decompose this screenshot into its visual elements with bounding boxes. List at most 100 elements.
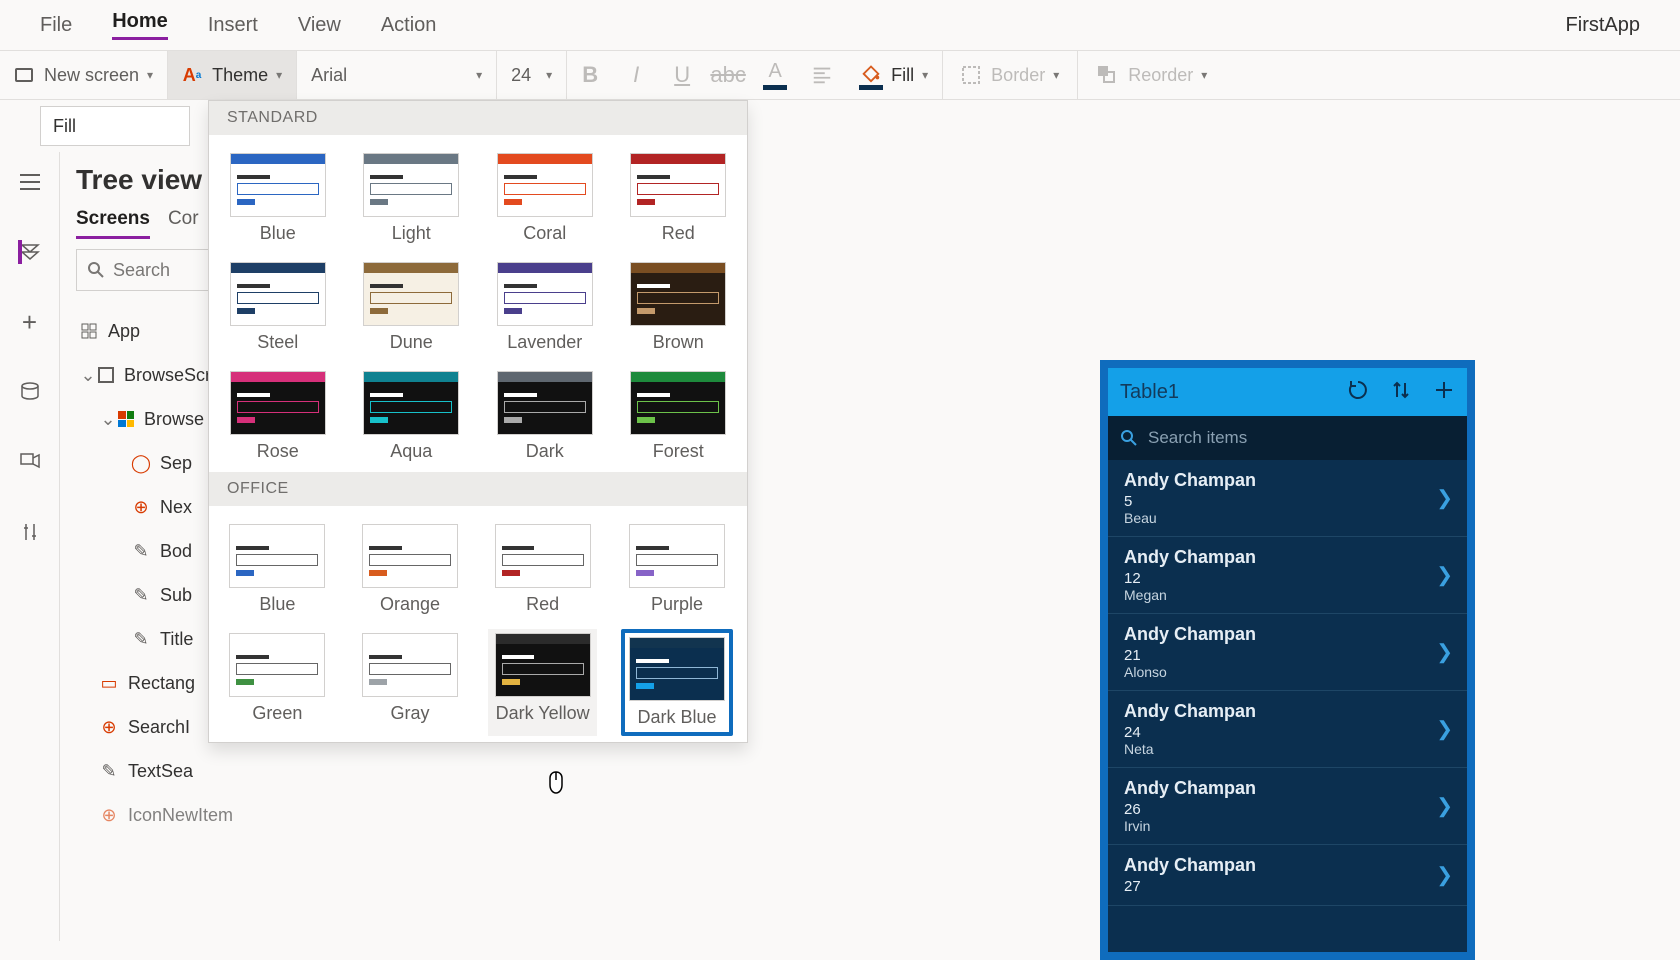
app-name: FirstApp bbox=[1566, 14, 1640, 37]
font-color-button[interactable]: A bbox=[751, 51, 799, 99]
refresh-icon[interactable] bbox=[1347, 379, 1369, 406]
underline-button[interactable]: U bbox=[659, 51, 705, 99]
theme-grid-standard: BlueLight Coral Red Steel Dune LavenderBrown R… bbox=[209, 135, 747, 472]
theme-option-rose[interactable]: Rose bbox=[223, 367, 333, 466]
bold-button[interactable]: B bbox=[567, 51, 613, 99]
theme-option-aqua[interactable]: Aqua bbox=[357, 367, 467, 466]
chevron-right-icon: ❯ bbox=[1436, 640, 1453, 665]
chevron-down-icon: ▾ bbox=[1201, 68, 1207, 82]
theme-button[interactable]: Aa Theme ▾ bbox=[168, 51, 297, 99]
theme-option-blue[interactable]: Blue bbox=[223, 149, 333, 248]
item-title: Andy Champan bbox=[1124, 778, 1451, 799]
color-bar bbox=[763, 85, 787, 90]
list-item[interactable]: Andy Champan21Alonso❯ bbox=[1108, 614, 1467, 691]
theme-option-coral[interactable]: Coral bbox=[490, 149, 600, 248]
theme-option-label: Dark Yellow bbox=[496, 703, 590, 724]
theme-grid-office: Blue Orange RedPurple GreenGray Dark Yellow D… bbox=[209, 506, 747, 742]
app-icon bbox=[80, 322, 98, 340]
reorder-label: Reorder bbox=[1128, 65, 1193, 86]
hamburger-icon[interactable] bbox=[18, 170, 42, 194]
theme-option-brown[interactable]: Brown bbox=[624, 258, 734, 357]
theme-option-dune[interactable]: Dune bbox=[357, 258, 467, 357]
item-number: 12 bbox=[1124, 570, 1451, 587]
menu-home[interactable]: Home bbox=[112, 10, 168, 40]
property-select[interactable]: Fill bbox=[40, 106, 190, 146]
list-item[interactable]: Andy Champan27❯ bbox=[1108, 845, 1467, 906]
chevron-down-icon: ▾ bbox=[922, 68, 928, 82]
list-item[interactable]: Andy Champan24Neta❯ bbox=[1108, 691, 1467, 768]
tree-view-icon[interactable] bbox=[18, 240, 42, 264]
menu-bar: File Home Insert View Action FirstApp bbox=[0, 0, 1680, 50]
insert-icon[interactable]: + bbox=[18, 310, 42, 334]
theme-option-label: Coral bbox=[523, 223, 566, 244]
tree-label: Bod bbox=[160, 541, 192, 562]
italic-button[interactable]: I bbox=[613, 51, 659, 99]
menu-insert[interactable]: Insert bbox=[208, 14, 258, 37]
theme-option-label: Dune bbox=[390, 332, 433, 353]
menu-view[interactable]: View bbox=[298, 14, 341, 37]
font-size-select[interactable]: 24 ▾ bbox=[497, 51, 567, 99]
next-icon: ⊕ bbox=[132, 498, 150, 516]
theme-option-dark-blue[interactable]: Dark Blue bbox=[621, 629, 733, 736]
theme-option-label: Orange bbox=[380, 594, 440, 615]
reorder-button[interactable]: Reorder ▾ bbox=[1077, 51, 1225, 99]
sort-icon[interactable] bbox=[1391, 379, 1411, 406]
tools-icon[interactable] bbox=[18, 520, 42, 544]
new-screen-button[interactable]: New screen ▾ bbox=[0, 51, 168, 99]
menu-action[interactable]: Action bbox=[381, 14, 437, 37]
strikethrough-button[interactable]: abc bbox=[705, 51, 751, 99]
border-button[interactable]: Border ▾ bbox=[942, 51, 1077, 99]
theme-option-lavender[interactable]: Lavender bbox=[490, 258, 600, 357]
chevron-right-icon: ❯ bbox=[1436, 863, 1453, 888]
item-subtitle: Alonso bbox=[1124, 664, 1451, 680]
preview-search[interactable]: Search items bbox=[1108, 416, 1467, 460]
preview-search-placeholder: Search items bbox=[1148, 428, 1247, 448]
theme-option-purple[interactable]: Purple bbox=[621, 520, 733, 619]
list-item[interactable]: Andy Champan5Beau❯ bbox=[1108, 460, 1467, 537]
theme-label: Theme bbox=[212, 65, 268, 86]
chevron-down-icon: ▾ bbox=[276, 68, 282, 82]
theme-option-label: Forest bbox=[653, 441, 704, 462]
bucket-icon bbox=[860, 61, 882, 83]
chevron-right-icon: ❯ bbox=[1436, 563, 1453, 588]
font-name-select[interactable]: Arial ▾ bbox=[297, 51, 497, 99]
theme-option-label: Aqua bbox=[390, 441, 432, 462]
theme-option-label: Rose bbox=[257, 441, 299, 462]
add-icon[interactable] bbox=[1433, 379, 1455, 406]
theme-option-blue[interactable]: Blue bbox=[223, 520, 332, 619]
reorder-icon bbox=[1096, 64, 1118, 86]
tree-label: Sub bbox=[160, 585, 192, 606]
theme-option-green[interactable]: Green bbox=[223, 629, 332, 736]
theme-option-label: Dark Blue bbox=[637, 707, 716, 728]
tree-item-textsearch[interactable]: ✎ TextSea bbox=[76, 749, 250, 793]
text-icon: ✎ bbox=[132, 630, 150, 648]
theme-option-dark[interactable]: Dark bbox=[490, 367, 600, 466]
theme-option-light[interactable]: Light bbox=[357, 149, 467, 248]
font-name-value: Arial bbox=[311, 65, 347, 86]
item-number: 27 bbox=[1124, 878, 1451, 895]
ribbon: New screen ▾ Aa Theme ▾ Arial ▾ 24 ▾ B I… bbox=[0, 50, 1680, 100]
media-icon[interactable] bbox=[18, 450, 42, 474]
fill-button[interactable]: Fill ▾ bbox=[845, 51, 942, 99]
menu-file[interactable]: File bbox=[40, 14, 72, 37]
item-subtitle: Neta bbox=[1124, 741, 1451, 757]
theme-option-steel[interactable]: Steel bbox=[223, 258, 333, 357]
tab-components[interactable]: Cor bbox=[168, 208, 199, 239]
font-size-value: 24 bbox=[511, 65, 531, 86]
fill-label: Fill bbox=[891, 65, 914, 86]
theme-option-label: Dark bbox=[526, 441, 564, 462]
tree-item-iconnew[interactable]: ⊕ IconNewItem bbox=[76, 793, 250, 837]
theme-option-gray[interactable]: Gray bbox=[356, 629, 465, 736]
theme-option-red[interactable]: Red bbox=[624, 149, 734, 248]
tab-screens[interactable]: Screens bbox=[76, 208, 150, 239]
list-item[interactable]: Andy Champan26Irvin❯ bbox=[1108, 768, 1467, 845]
list-item[interactable]: Andy Champan12Megan❯ bbox=[1108, 537, 1467, 614]
theme-option-orange[interactable]: Orange bbox=[356, 520, 465, 619]
item-title: Andy Champan bbox=[1124, 701, 1451, 722]
data-icon[interactable] bbox=[18, 380, 42, 404]
item-title: Andy Champan bbox=[1124, 624, 1451, 645]
theme-option-dark-yellow[interactable]: Dark Yellow bbox=[488, 629, 597, 736]
theme-option-forest[interactable]: Forest bbox=[624, 367, 734, 466]
theme-option-red[interactable]: Red bbox=[488, 520, 597, 619]
align-button[interactable] bbox=[799, 51, 845, 99]
